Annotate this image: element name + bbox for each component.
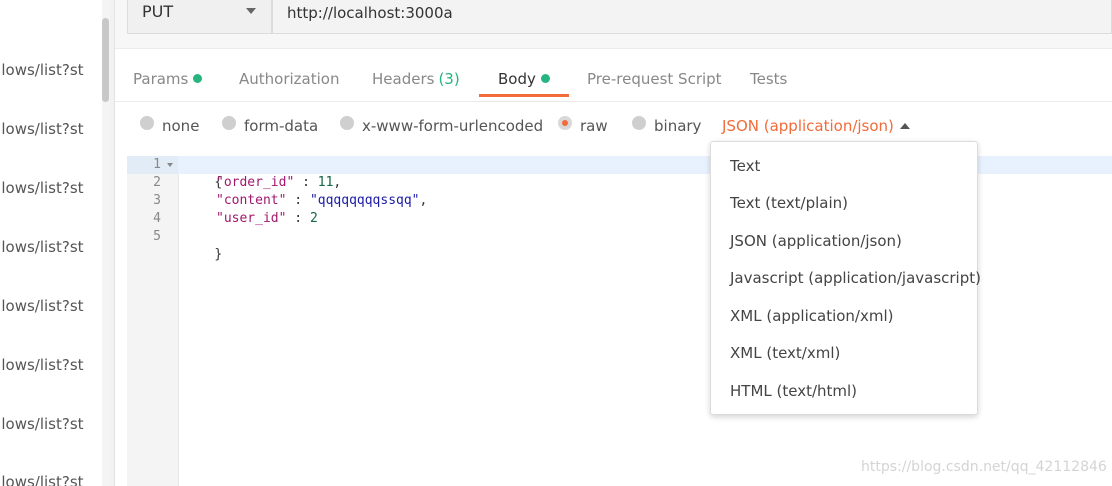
code-token: :	[286, 211, 310, 226]
request-tabs: Params Authorization Headers (3) Body Pre…	[115, 49, 1112, 102]
line-number: 3	[153, 193, 161, 208]
code-line: "order_id" : 11,	[216, 174, 341, 192]
code-token: "content"	[216, 193, 287, 208]
headers-count-badge: (3)	[438, 70, 460, 88]
code-line: }	[183, 228, 222, 282]
tab-headers[interactable]: Headers (3)	[372, 69, 460, 89]
watermark: https://blog.csdn.net/qq_42112846	[861, 459, 1107, 475]
dropdown-option[interactable]: Javascript (application/javascript)	[730, 268, 981, 288]
tab-body-label: Body	[498, 70, 536, 88]
fold-caret-icon[interactable]	[167, 163, 173, 167]
code-token: :	[294, 175, 318, 190]
history-item[interactable]: ollows/list?st	[0, 176, 100, 200]
tab-authorization-label: Authorization	[239, 70, 340, 88]
history-item[interactable]: ollows/list?st	[0, 58, 100, 82]
tab-params-label: Params	[133, 70, 189, 88]
tab-tests[interactable]: Tests	[750, 69, 787, 89]
dropdown-option[interactable]: JSON (application/json)	[730, 231, 902, 251]
dropdown-option[interactable]: HTML (text/html)	[730, 381, 857, 401]
radio-icon	[140, 116, 154, 130]
history-item[interactable]: ollows/list?st	[0, 294, 100, 318]
radio-raw-label: raw	[580, 117, 608, 135]
code-token: ,	[333, 175, 342, 190]
history-item[interactable]: ollows/list?st	[0, 235, 100, 259]
method-label: PUT	[142, 2, 174, 21]
code-token: "qqqqqqqqssqq"	[309, 193, 420, 208]
status-dot-icon	[540, 74, 550, 83]
tab-prerequest-label: Pre-request Script	[587, 70, 722, 88]
line-number: 2	[153, 175, 161, 190]
tab-tests-label: Tests	[750, 70, 788, 88]
code-token: }	[214, 247, 223, 262]
dropdown-option[interactable]: Text	[730, 156, 760, 176]
chevron-up-icon[interactable]	[900, 123, 910, 129]
radio-none-label: none	[162, 117, 200, 135]
request-bar: PUT	[115, 0, 1112, 49]
tab-params[interactable]: Params	[133, 69, 203, 89]
method-select[interactable]: PUT	[127, 0, 272, 34]
status-dot-icon	[193, 74, 203, 83]
tab-prerequest-script[interactable]: Pre-request Script	[587, 69, 722, 89]
history-item[interactable]: ollows/list?st	[0, 117, 100, 141]
radio-binary-label: binary	[654, 117, 702, 135]
code-token: ,	[419, 193, 428, 208]
radio-urlencoded-label: x-www-form-urlencoded	[362, 117, 544, 135]
sidebar-scrollbar[interactable]	[102, 0, 110, 486]
dropdown-option[interactable]: XML (text/xml)	[730, 343, 840, 363]
history-item[interactable]: ollows/list?st	[0, 412, 100, 436]
dropdown-option[interactable]: Text (text/plain)	[730, 193, 848, 213]
code-token: 11	[317, 175, 334, 190]
line-number: 4	[153, 211, 161, 226]
code-token: "order_id"	[216, 175, 295, 190]
radio-icon	[340, 116, 354, 130]
radio-selected-icon	[558, 116, 572, 130]
code-line: "user_id" : 2	[216, 210, 318, 228]
code-token: 2	[309, 211, 318, 226]
tab-authorization[interactable]: Authorization	[239, 69, 339, 89]
line-number: 5	[153, 229, 161, 244]
history-item[interactable]: ollows/list?st	[0, 353, 100, 377]
chevron-down-icon	[246, 8, 256, 14]
tab-body[interactable]: Body	[498, 69, 550, 89]
code-line: "content" : "qqqqqqqqssqq",	[216, 192, 427, 210]
content-type-select[interactable]: JSON (application/json)	[722, 116, 894, 136]
line-number: 1	[153, 157, 161, 172]
tab-headers-label: Headers	[372, 70, 435, 88]
content-type-dropdown: Text Text (text/plain) JSON (application…	[710, 141, 981, 415]
sidebar-scroll-thumb[interactable]	[102, 18, 109, 102]
history-item[interactable]: ollows/list?st	[0, 470, 100, 486]
sidebar-divider	[110, 0, 114, 486]
code-token: "user_id"	[216, 211, 287, 226]
radio-form-data-label: form-data	[244, 117, 319, 135]
radio-icon	[632, 116, 646, 130]
url-input[interactable]	[272, 0, 1112, 34]
code-token: :	[286, 193, 310, 208]
history-sidebar: ollows/list?st ollows/list?st ollows/lis…	[0, 0, 115, 486]
active-tab-indicator	[479, 94, 569, 97]
radio-icon	[222, 116, 236, 130]
editor-gutter: 1 2 3 4 5	[127, 156, 179, 486]
dropdown-option[interactable]: XML (application/xml)	[730, 306, 894, 326]
